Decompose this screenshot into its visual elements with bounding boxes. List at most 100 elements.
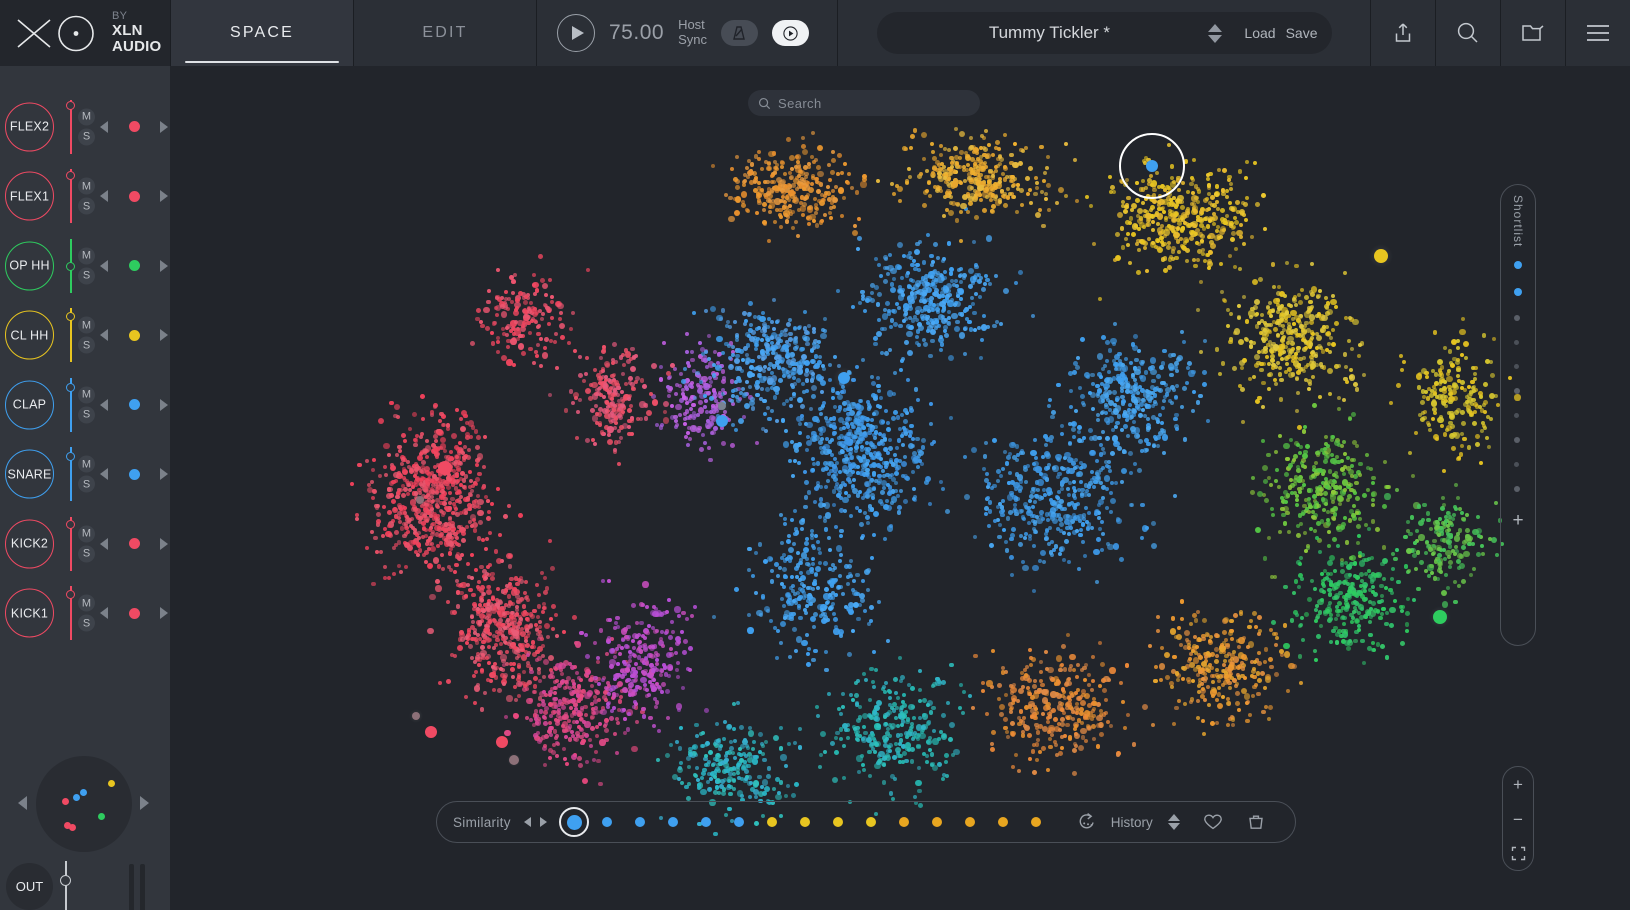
sample-point[interactable] [1002, 165, 1007, 169]
sample-point[interactable] [389, 464, 396, 472]
sample-point[interactable] [743, 319, 748, 324]
sample-point[interactable] [1325, 517, 1330, 522]
sample-point[interactable] [400, 462, 404, 467]
sample-point[interactable] [729, 167, 734, 172]
sample-point[interactable] [1046, 208, 1051, 213]
sample-point[interactable] [495, 634, 499, 639]
sample-point[interactable] [910, 436, 915, 441]
sample-point[interactable] [403, 524, 408, 528]
sample-point[interactable] [911, 454, 918, 462]
sample-point[interactable] [493, 549, 499, 554]
sample-point[interactable] [919, 171, 924, 176]
sample-point[interactable] [865, 515, 871, 520]
sample-point[interactable] [1044, 191, 1049, 196]
sample-point[interactable] [825, 460, 831, 466]
sample-point[interactable] [1295, 498, 1300, 502]
sample-point[interactable] [903, 147, 908, 152]
sample-point[interactable] [536, 614, 541, 619]
sample-point[interactable] [1288, 463, 1293, 468]
sample-point[interactable] [872, 341, 878, 347]
sample-point[interactable] [461, 595, 467, 601]
sample-point[interactable] [658, 377, 664, 382]
pad-button[interactable]: KICK2 [5, 519, 54, 568]
sample-point[interactable] [831, 416, 837, 421]
sample-point[interactable] [446, 532, 452, 537]
sample-point[interactable] [730, 402, 735, 407]
sample-point[interactable] [383, 565, 388, 570]
sample-point[interactable] [805, 341, 810, 347]
sample-point[interactable] [588, 738, 593, 743]
sample-point[interactable] [1198, 280, 1203, 285]
share-export-button[interactable] [1371, 0, 1435, 66]
sample-point[interactable] [901, 443, 906, 447]
sample-point[interactable] [805, 447, 810, 452]
sample-point[interactable] [482, 464, 487, 469]
sample-point[interactable] [1124, 237, 1129, 241]
sample-point[interactable] [589, 744, 594, 749]
sample-point[interactable] [424, 550, 430, 556]
sample-point[interactable] [1341, 440, 1346, 445]
sample-point[interactable] [930, 171, 935, 176]
sample-point[interactable] [690, 381, 695, 386]
sample-point[interactable] [543, 576, 548, 581]
sample-point[interactable] [589, 683, 595, 689]
sample-point[interactable] [966, 162, 970, 167]
sample-point[interactable] [1146, 181, 1151, 186]
sample-point[interactable] [474, 482, 478, 487]
sample-point[interactable] [661, 682, 666, 687]
sample-point[interactable] [836, 364, 841, 369]
sample-point[interactable] [838, 426, 843, 431]
sample-point[interactable] [614, 615, 620, 621]
sample-point[interactable] [462, 413, 468, 419]
sample-point[interactable] [949, 298, 954, 302]
sample-point[interactable] [1295, 390, 1301, 396]
sample-point[interactable] [922, 299, 927, 305]
sample-point[interactable] [507, 604, 511, 608]
sample-point[interactable] [683, 422, 687, 427]
sample-point[interactable] [1002, 133, 1007, 138]
sample-point[interactable] [1241, 420, 1246, 425]
sample-point[interactable] [1311, 374, 1316, 379]
sample-point[interactable] [1297, 425, 1302, 431]
sample-point[interactable] [877, 263, 882, 268]
sample-point[interactable] [893, 453, 898, 458]
sample-point[interactable] [817, 514, 822, 519]
sample-point[interactable] [1380, 644, 1385, 649]
sample-point[interactable] [763, 194, 768, 199]
next-sample-icon[interactable] [160, 468, 168, 480]
sample-point[interactable] [387, 452, 392, 457]
sample-point[interactable] [846, 477, 851, 482]
sample-point[interactable] [1026, 191, 1030, 196]
sample-point[interactable] [993, 169, 998, 174]
sample-point[interactable] [844, 469, 849, 475]
sample-point[interactable] [1005, 186, 1010, 191]
solo-button[interactable]: S [78, 128, 95, 145]
channel-fader[interactable] [64, 238, 78, 293]
sample-point[interactable] [901, 425, 906, 430]
sample-point[interactable] [922, 157, 927, 162]
sample-point[interactable] [394, 453, 399, 458]
channel-color-dot[interactable] [128, 190, 140, 202]
sample-point[interactable] [911, 486, 916, 491]
sample-point[interactable] [785, 215, 790, 219]
sample-point[interactable] [774, 390, 779, 395]
sample-point[interactable] [813, 202, 818, 207]
sample-point[interactable] [894, 301, 899, 306]
sample-point[interactable] [1348, 367, 1353, 372]
sample-point[interactable] [760, 311, 765, 316]
sample-point[interactable] [674, 606, 681, 613]
channel-fader[interactable] [64, 99, 78, 154]
sample-point[interactable] [1301, 478, 1306, 483]
sample-point[interactable] [1300, 463, 1305, 468]
sample-point[interactable] [628, 681, 635, 689]
sample-point[interactable] [665, 715, 670, 720]
sample-point[interactable] [765, 337, 770, 342]
sample-point[interactable] [529, 669, 534, 675]
sample-point[interactable] [504, 730, 511, 737]
sample-point[interactable] [844, 416, 850, 422]
sample-point[interactable] [1360, 606, 1364, 611]
sample-point[interactable] [794, 164, 798, 169]
sample-point[interactable] [469, 575, 474, 580]
kit-overview-dot[interactable] [69, 824, 76, 831]
channel-color-dot[interactable] [128, 607, 140, 619]
